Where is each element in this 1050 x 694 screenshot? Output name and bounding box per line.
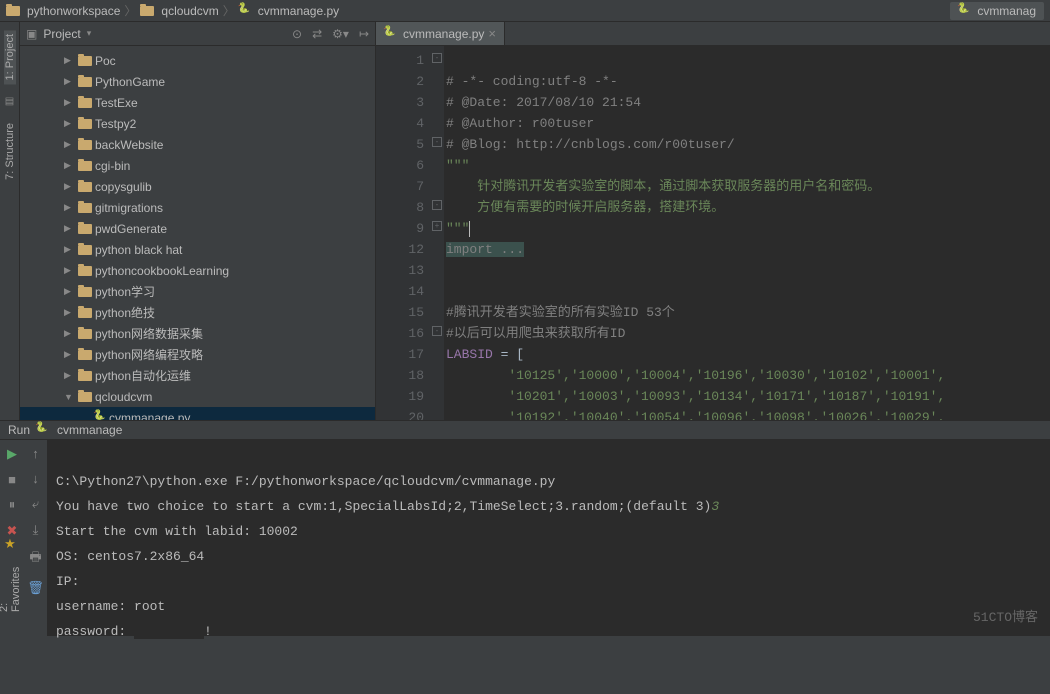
- line-gutter[interactable]: 123456789121314151617181920: [376, 46, 430, 420]
- tree-folder[interactable]: ▶python网络数据采集: [20, 323, 375, 344]
- tree-folder[interactable]: ▶python自动化运维: [20, 365, 375, 386]
- hide-icon[interactable]: ↦: [359, 27, 369, 41]
- console-output[interactable]: C:\Python27\python.exe F:/pythonworkspac…: [48, 440, 1050, 636]
- project-panel: ▣ Project ▾ ⊙ ⇄ ⚙▾ ↦ ▶Poc▶PythonGame▶Tes…: [20, 22, 376, 420]
- rerun-icon[interactable]: ▶: [7, 446, 17, 462]
- tree-folder[interactable]: ▶TestExe: [20, 92, 375, 113]
- fold-marker[interactable]: -: [432, 200, 442, 210]
- run-config-name: cvmmanage: [57, 423, 122, 437]
- folder-icon: [78, 119, 92, 129]
- tree-folder[interactable]: ▶Poc: [20, 50, 375, 71]
- chevron-down-icon[interactable]: ▾: [87, 28, 92, 39]
- folder-icon: [78, 224, 92, 234]
- close-tab-icon[interactable]: ×: [488, 26, 496, 41]
- tree-folder[interactable]: ▶backWebsite: [20, 134, 375, 155]
- folder-icon: [78, 392, 92, 402]
- watermark: 51CTO博客: [973, 605, 1038, 630]
- rail-project[interactable]: 1: Project: [4, 30, 16, 84]
- tree-folder[interactable]: ▶PythonGame: [20, 71, 375, 92]
- fold-marker[interactable]: -: [432, 326, 442, 336]
- folder-icon: [78, 140, 92, 150]
- breadcrumb-bar: pythonworkspace 〉 qcloudcvm 〉 cvmmanage.…: [0, 0, 1050, 22]
- run-toolwindow-header[interactable]: Run cvmmanage: [0, 420, 1050, 440]
- project-tree[interactable]: ▶Poc▶PythonGame▶TestExe▶Testpy2▶backWebs…: [20, 46, 375, 420]
- stop-icon[interactable]: ■: [8, 472, 16, 487]
- console-tools: ↑ ↓ ⤶ ⤓ 🖶 🗑: [24, 440, 48, 636]
- python-file-icon: [94, 412, 106, 421]
- tree-folder[interactable]: ▶python black hat: [20, 239, 375, 260]
- project-view-icon: ▣: [26, 27, 37, 41]
- crumb-file[interactable]: cvmmanage.py: [258, 4, 339, 18]
- down-icon[interactable]: ↓: [32, 471, 39, 486]
- folder-icon: [78, 203, 92, 213]
- folder-icon: [78, 98, 92, 108]
- run-label: Run: [8, 423, 30, 437]
- folder-icon: [78, 266, 92, 276]
- folder-icon: [78, 77, 92, 87]
- fold-marker[interactable]: -: [432, 53, 442, 63]
- tree-folder[interactable]: ▶python网络编程攻略: [20, 344, 375, 365]
- tree-folder[interactable]: ▶copysgulib: [20, 176, 375, 197]
- scroll-from-source-icon[interactable]: ⇄: [312, 27, 322, 41]
- python-file-icon: [958, 5, 970, 17]
- rail-favorites[interactable]: 2: Favorites: [0, 558, 22, 616]
- crumb-root[interactable]: pythonworkspace: [27, 4, 120, 18]
- folder-icon: [78, 245, 92, 255]
- run-config-selector[interactable]: cvmmanag: [950, 2, 1044, 20]
- chevron-right-icon: 〉: [124, 2, 136, 19]
- tree-folder[interactable]: ▶pwdGenerate: [20, 218, 375, 239]
- tree-file[interactable]: cvmmanage.py: [20, 407, 375, 420]
- editor-tabs: cvmmanage.py ×: [376, 22, 1050, 46]
- folder-icon: [78, 161, 92, 171]
- python-file-icon: [384, 28, 396, 40]
- gear-icon[interactable]: ⚙▾: [332, 27, 349, 41]
- tree-folder[interactable]: ▶python绝技: [20, 302, 375, 323]
- left-tool-rail: 1: Project ▤ 7: Structure: [0, 22, 20, 420]
- crumb-folder[interactable]: qcloudcvm: [161, 4, 218, 18]
- folder-icon: [78, 350, 92, 360]
- folder-icon: [78, 308, 92, 318]
- editor-panel: cvmmanage.py × 1234567891213141516171819…: [376, 22, 1050, 420]
- code-editor[interactable]: # -*- coding:utf-8 -*- # @Date: 2017/08/…: [444, 46, 1050, 420]
- scroll-end-icon[interactable]: ⤓: [33, 522, 39, 538]
- star-icon: ★: [4, 536, 16, 552]
- folder-icon: [78, 371, 92, 381]
- tree-folder[interactable]: ▶gitmigrations: [20, 197, 375, 218]
- python-file-icon: [36, 424, 48, 436]
- fold-column[interactable]: - - - + -: [430, 46, 444, 420]
- tree-folder[interactable]: ▶pythoncookbookLearning: [20, 260, 375, 281]
- tree-folder[interactable]: ▶cgi-bin: [20, 155, 375, 176]
- tree-folder[interactable]: ▶Testpy2: [20, 113, 375, 134]
- project-title[interactable]: Project: [43, 27, 80, 41]
- folder-icon: [78, 287, 92, 297]
- tree-folder[interactable]: ▼qcloudcvm: [20, 386, 375, 407]
- folder-icon: [6, 6, 20, 16]
- fold-marker[interactable]: +: [432, 221, 442, 231]
- python-file-icon: [239, 5, 251, 17]
- pause-icon[interactable]: ⏸: [9, 497, 16, 513]
- chevron-right-icon: 〉: [223, 2, 235, 19]
- soft-wrap-icon[interactable]: ⤶: [32, 496, 39, 512]
- clear-icon[interactable]: 🗑: [27, 580, 44, 596]
- fold-marker[interactable]: -: [432, 137, 442, 147]
- rail-structure[interactable]: 7: Structure: [4, 119, 16, 184]
- structure-icon: ▤: [5, 96, 14, 107]
- print-icon[interactable]: 🖶: [29, 548, 41, 570]
- up-icon[interactable]: ↑: [32, 446, 39, 461]
- run-panel: ▶ ■ ⏸ ✖ ↑ ↓ ⤶ ⤓ 🖶 🗑 C:\Python27\python.e…: [0, 440, 1050, 636]
- tree-folder[interactable]: ▶python学习: [20, 281, 375, 302]
- folder-icon: [78, 56, 92, 66]
- collapse-all-icon[interactable]: ⊙: [292, 27, 302, 41]
- folder-icon: [78, 182, 92, 192]
- folder-icon: [140, 6, 154, 16]
- editor-tab[interactable]: cvmmanage.py ×: [376, 22, 505, 45]
- folder-icon: [78, 329, 92, 339]
